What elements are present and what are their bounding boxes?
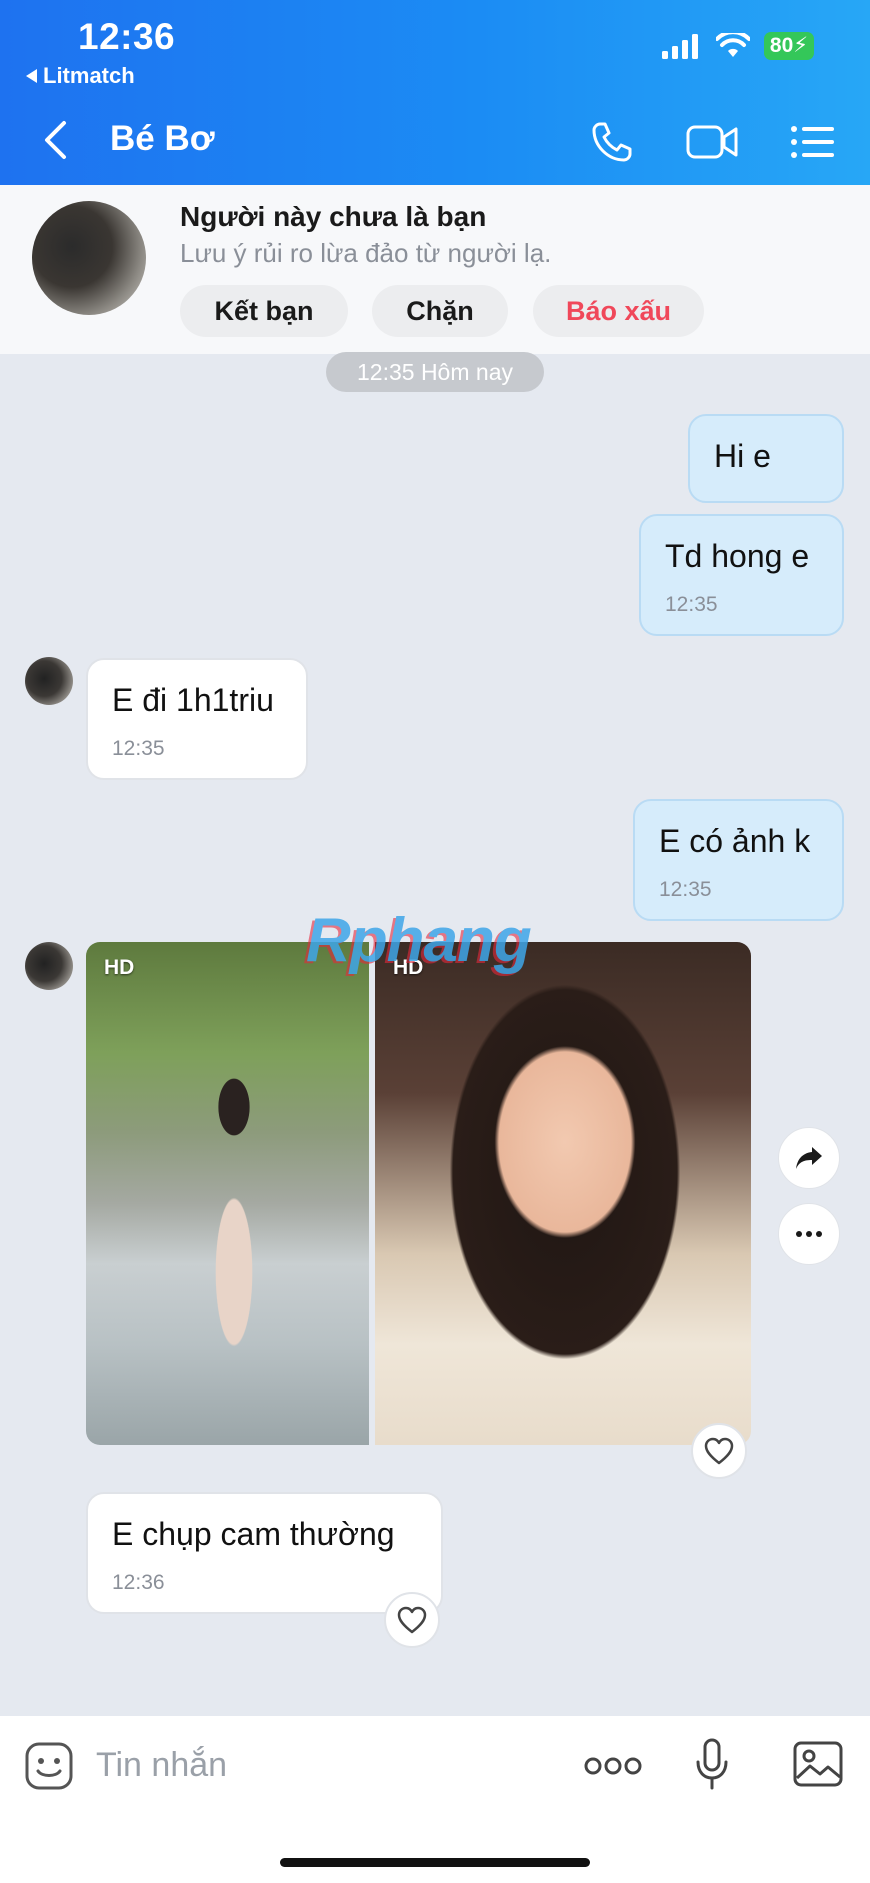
banner-title: Người này chưa là bạn [180, 201, 487, 232]
message-time: 12:35 [659, 878, 712, 901]
status-time: 12:36 [78, 16, 176, 57]
back-to-app-link[interactable]: Litmatch [26, 63, 135, 89]
like-button[interactable] [691, 1423, 747, 1479]
sender-avatar[interactable] [25, 942, 73, 990]
banner-subtitle: Lưu ý rủi ro lừa đảo từ người lạ. [180, 238, 552, 268]
photo-message-image[interactable]: HD [375, 942, 751, 1445]
message-bubble-incoming[interactable]: E chụp cam thường 12:36 [86, 1492, 443, 1614]
message-text: E có ảnh k [659, 823, 811, 859]
heart-icon [397, 1606, 427, 1634]
message-text: Td hong e [665, 538, 810, 574]
message-input[interactable]: Tin nhắn [96, 1746, 227, 1785]
share-arrow-icon [796, 1147, 822, 1169]
message-input-bar: Tin nhắn [0, 1716, 870, 1883]
phone-call-icon[interactable] [590, 120, 634, 164]
battery-indicator: 80⚡ [763, 32, 814, 60]
back-triangle-icon [26, 69, 37, 83]
message-text: E đi 1h1triu [112, 682, 274, 718]
message-time: 12:36 [112, 1571, 165, 1594]
forward-button[interactable] [778, 1127, 840, 1189]
message-time: 12:35 [112, 737, 165, 760]
watermark-logo: Rphang [306, 906, 532, 975]
contact-name: Bé Bơ [110, 119, 215, 158]
photo-message-image[interactable]: HD [86, 942, 369, 1445]
gallery-image-icon[interactable] [792, 1740, 844, 1788]
like-button[interactable] [384, 1592, 440, 1648]
wifi-icon [715, 33, 750, 57]
hd-badge: HD [104, 956, 135, 979]
signal-icon [661, 34, 698, 59]
home-indicator [280, 1858, 590, 1867]
status-icons: 80⚡ [661, 32, 814, 60]
block-button[interactable]: Chặn [372, 285, 508, 337]
heart-icon [704, 1437, 734, 1465]
video-call-icon[interactable] [686, 123, 738, 161]
header-actions [590, 120, 834, 164]
stranger-warning-banner: Người này chưa là bạn Lưu ý rủi ro lừa đ… [0, 185, 870, 354]
message-bubble-outgoing[interactable]: Td hong e 12:35 [639, 514, 844, 636]
sticker-emoji-icon[interactable] [24, 1741, 74, 1791]
message-text: E chụp cam thường [112, 1516, 395, 1552]
back-chevron-icon[interactable] [42, 120, 68, 160]
contact-avatar[interactable] [32, 201, 146, 315]
microphone-icon[interactable] [694, 1738, 730, 1790]
more-options-button[interactable] [778, 1203, 840, 1265]
message-bubble-outgoing[interactable]: Hi e [688, 414, 844, 503]
chat-header: 12:36 Litmatch 80⚡ Bé Bơ [0, 0, 870, 185]
message-text: Hi e [714, 438, 771, 474]
report-button[interactable]: Báo xấu [533, 285, 704, 337]
message-time: 12:35 [665, 593, 718, 616]
back-app-label: Litmatch [43, 63, 135, 88]
date-separator: 12:35 Hôm nay [326, 352, 544, 392]
more-dots-icon [796, 1231, 822, 1237]
add-friend-button[interactable]: Kết bạn [180, 285, 348, 337]
battery-level: 80 [769, 34, 794, 57]
sender-avatar[interactable] [25, 657, 73, 705]
message-bubble-incoming[interactable]: E đi 1h1triu 12:35 [86, 658, 308, 780]
menu-list-icon[interactable] [790, 125, 834, 159]
more-options-icon[interactable] [584, 1756, 642, 1776]
message-bubble-outgoing[interactable]: E có ảnh k 12:35 [633, 799, 844, 921]
